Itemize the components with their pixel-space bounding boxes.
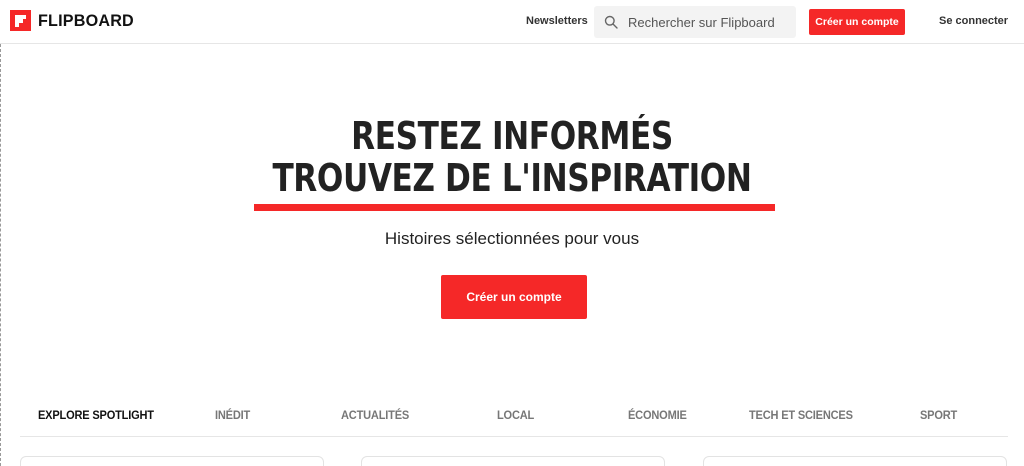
newsletters-link[interactable]: Newsletters	[526, 15, 588, 27]
story-card[interactable]	[361, 456, 665, 466]
create-account-button-hero[interactable]: Créer un compte	[441, 275, 587, 319]
tab-inedit[interactable]: INÉDIT	[215, 408, 250, 422]
category-tabs: EXPLORE SPOTLIGHT INÉDIT ACTUALITÉS LOCA…	[20, 399, 1008, 437]
hero-underline	[254, 204, 775, 211]
hero-title-line-2: TROUVEZ DE L'INSPIRATION	[272, 156, 752, 200]
page-left-border	[0, 44, 1, 466]
tab-actualites[interactable]: ACTUALITÉS	[341, 408, 409, 422]
hero-subtitle: Histoires sélectionnées pour vous	[384, 229, 640, 248]
story-card[interactable]	[20, 456, 324, 466]
hero-title-line-1: RESTEZ INFORMÉS	[351, 114, 673, 158]
flipboard-logo-icon	[10, 10, 31, 31]
flipboard-logo[interactable]: FLIPBOARD	[10, 10, 139, 31]
tab-local[interactable]: LOCAL	[497, 408, 534, 422]
story-card[interactable]	[703, 456, 1007, 466]
search-box[interactable]	[594, 6, 796, 38]
tab-tech-et-sciences[interactable]: TECH ET SCIENCES	[749, 408, 853, 422]
create-account-button-header[interactable]: Créer un compte	[809, 9, 905, 35]
search-icon	[604, 15, 618, 29]
brand-name: FLIPBOARD	[38, 10, 134, 30]
tab-explore-spotlight[interactable]: EXPLORE SPOTLIGHT	[38, 408, 154, 422]
top-header: FLIPBOARD Newsletters Créer un compte Se…	[0, 0, 1024, 44]
login-link[interactable]: Se connecter	[939, 15, 1008, 27]
tab-economie[interactable]: ÉCONOMIE	[628, 408, 687, 422]
search-input[interactable]	[628, 14, 788, 30]
tab-sport[interactable]: SPORT	[920, 408, 957, 422]
